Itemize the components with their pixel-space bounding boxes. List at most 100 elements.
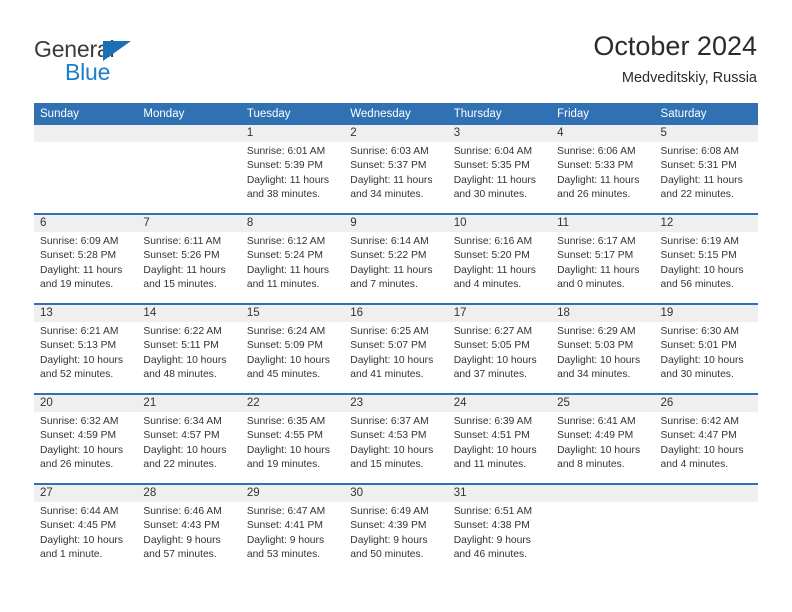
day-cell-empty: [551, 502, 654, 573]
day-info-line: Sunrise: 6:44 AM: [40, 506, 119, 517]
day-info-line: and 1 minute.: [40, 548, 103, 560]
day-cell[interactable]: Sunrise: 6:39 AM Sunset: 4:51 PM Daylight:…: [448, 412, 551, 483]
day-info-line: and 7 minutes.: [350, 278, 418, 290]
day-number[interactable]: 15: [241, 305, 344, 322]
day-cell[interactable]: Sunrise: 6:12 AM Sunset: 5:24 PM Daylight:…: [241, 232, 344, 303]
day-info-line: Sunset: 4:49 PM: [557, 430, 634, 442]
title-block: October 2024 Medveditskiy, Russia: [593, 30, 757, 88]
day-number[interactable]: 6: [34, 215, 137, 232]
day-number-band: 13 14 15 16 17 18 19: [34, 305, 758, 322]
calendar-week-row: 6 7 8 9 10 11 12 Sunrise: 6:09 AM Sunset: 5:28 P…: [34, 213, 758, 303]
day-cell[interactable]: Sunrise: 6:06 AM Sunset: 5:33 PM Daylight:…: [551, 142, 654, 213]
day-cell[interactable]: Sunrise: 6:21 AM Sunset: 5:13 PM Daylight:…: [34, 322, 137, 393]
day-cell[interactable]: Sunrise: 6:46 AM Sunset: 4:43 PM Daylight:…: [137, 502, 240, 573]
day-cell[interactable]: Sunrise: 6:11 AM Sunset: 5:26 PM Daylight:…: [137, 232, 240, 303]
day-number[interactable]: 17: [448, 305, 551, 322]
day-cell[interactable]: Sunrise: 6:08 AM Sunset: 5:31 PM Daylight:…: [655, 142, 758, 213]
day-number[interactable]: 24: [448, 395, 551, 412]
day-cell[interactable]: Sunrise: 6:29 AM Sunset: 5:03 PM Daylight:…: [551, 322, 654, 393]
day-info-line: Sunrise: 6:30 AM: [660, 326, 739, 337]
day-number[interactable]: 28: [137, 485, 240, 502]
day-info-line: Sunset: 4:43 PM: [143, 520, 220, 532]
day-info-line: Sunset: 5:24 PM: [246, 250, 323, 262]
day-cell[interactable]: Sunrise: 6:01 AM Sunset: 5:39 PM Daylight:…: [241, 142, 344, 213]
day-info-line: Sunrise: 6:49 AM: [350, 506, 429, 517]
day-number[interactable]: 30: [344, 485, 447, 502]
day-info-line: Sunset: 5:15 PM: [660, 250, 737, 262]
day-info-line: Sunset: 4:57 PM: [143, 430, 220, 442]
day-number[interactable]: 14: [137, 305, 240, 322]
day-info-line: Daylight: 9 hours: [246, 534, 325, 546]
day-number[interactable]: 18: [551, 305, 654, 322]
day-cell[interactable]: Sunrise: 6:51 AM Sunset: 4:38 PM Daylight:…: [448, 502, 551, 573]
day-info-line: Sunset: 4:41 PM: [246, 520, 323, 532]
day-number[interactable]: 13: [34, 305, 137, 322]
day-info-line: Sunrise: 6:29 AM: [557, 326, 636, 337]
day-cell[interactable]: Sunrise: 6:24 AM Sunset: 5:09 PM Daylight:…: [241, 322, 344, 393]
day-info-line: Daylight: 11 hours: [350, 174, 433, 186]
day-cell[interactable]: Sunrise: 6:22 AM Sunset: 5:11 PM Daylight:…: [137, 322, 240, 393]
day-info-line: Sunset: 5:20 PM: [453, 250, 530, 262]
day-number[interactable]: 27: [34, 485, 137, 502]
day-info-line: Sunset: 5:11 PM: [143, 340, 219, 352]
day-number[interactable]: 29: [241, 485, 344, 502]
day-cell[interactable]: Sunrise: 6:41 AM Sunset: 4:49 PM Daylight:…: [551, 412, 654, 483]
day-info-line: Daylight: 11 hours: [350, 264, 433, 276]
day-number[interactable]: 2: [344, 125, 447, 142]
day-info-line: Sunset: 5:07 PM: [350, 340, 427, 352]
day-cell[interactable]: Sunrise: 6:16 AM Sunset: 5:20 PM Daylight:…: [448, 232, 551, 303]
day-cell[interactable]: Sunrise: 6:49 AM Sunset: 4:39 PM Daylight:…: [344, 502, 447, 573]
day-number[interactable]: 8: [241, 215, 344, 232]
day-number[interactable]: 31: [448, 485, 551, 502]
day-number[interactable]: 5: [655, 125, 758, 142]
day-number[interactable]: 23: [344, 395, 447, 412]
day-number[interactable]: 1: [241, 125, 344, 142]
day-cell[interactable]: Sunrise: 6:14 AM Sunset: 5:22 PM Daylight:…: [344, 232, 447, 303]
day-cell[interactable]: Sunrise: 6:35 AM Sunset: 4:55 PM Daylight:…: [241, 412, 344, 483]
day-number[interactable]: 21: [137, 395, 240, 412]
day-info-line: and 22 minutes.: [143, 458, 217, 470]
day-info-line: Daylight: 10 hours: [660, 354, 744, 366]
day-info-line: Daylight: 11 hours: [660, 174, 743, 186]
day-number-band: 27 28 29 30 31: [34, 485, 758, 502]
day-cell[interactable]: Sunrise: 6:03 AM Sunset: 5:37 PM Daylight:…: [344, 142, 447, 213]
day-info-line: Daylight: 10 hours: [453, 354, 537, 366]
day-info-line: and 0 minutes.: [557, 278, 625, 290]
day-number[interactable]: 4: [551, 125, 654, 142]
day-number[interactable]: 12: [655, 215, 758, 232]
day-number[interactable]: 9: [344, 215, 447, 232]
day-number[interactable]: 3: [448, 125, 551, 142]
day-cell[interactable]: Sunrise: 6:44 AM Sunset: 4:45 PM Daylight:…: [34, 502, 137, 573]
day-cell[interactable]: Sunrise: 6:42 AM Sunset: 4:47 PM Daylight:…: [655, 412, 758, 483]
day-number[interactable]: 20: [34, 395, 137, 412]
day-cell[interactable]: Sunrise: 6:32 AM Sunset: 4:59 PM Daylight:…: [34, 412, 137, 483]
day-cell[interactable]: Sunrise: 6:17 AM Sunset: 5:17 PM Daylight:…: [551, 232, 654, 303]
day-cell[interactable]: Sunrise: 6:27 AM Sunset: 5:05 PM Daylight:…: [448, 322, 551, 393]
day-number[interactable]: 11: [551, 215, 654, 232]
day-cell[interactable]: Sunrise: 6:47 AM Sunset: 4:41 PM Daylight:…: [241, 502, 344, 573]
day-cell[interactable]: Sunrise: 6:37 AM Sunset: 4:53 PM Daylight:…: [344, 412, 447, 483]
day-detail-band: Sunrise: 6:09 AM Sunset: 5:28 PM Daylight:…: [34, 232, 758, 303]
day-cell[interactable]: Sunrise: 6:25 AM Sunset: 5:07 PM Daylight:…: [344, 322, 447, 393]
day-number[interactable]: 7: [137, 215, 240, 232]
day-cell[interactable]: Sunrise: 6:34 AM Sunset: 4:57 PM Daylight:…: [137, 412, 240, 483]
day-info-line: Sunset: 4:55 PM: [246, 430, 323, 442]
day-cell[interactable]: Sunrise: 6:19 AM Sunset: 5:15 PM Daylight:…: [655, 232, 758, 303]
brand-logo[interactable]: General Blue: [34, 36, 254, 85]
day-info-line: Sunrise: 6:06 AM: [557, 146, 636, 157]
day-info-line: Daylight: 10 hours: [350, 354, 434, 366]
day-number[interactable]: 10: [448, 215, 551, 232]
day-number[interactable]: 25: [551, 395, 654, 412]
day-number[interactable]: 16: [344, 305, 447, 322]
day-info-line: Sunset: 4:51 PM: [453, 430, 530, 442]
day-cell[interactable]: Sunrise: 6:30 AM Sunset: 5:01 PM Daylight:…: [655, 322, 758, 393]
day-info-line: Sunrise: 6:09 AM: [40, 236, 119, 247]
day-number[interactable]: 26: [655, 395, 758, 412]
day-number[interactable]: 22: [241, 395, 344, 412]
day-number[interactable]: 19: [655, 305, 758, 322]
day-info-line: Daylight: 10 hours: [40, 534, 123, 546]
day-info-line: Sunrise: 6:27 AM: [453, 326, 533, 337]
day-info-line: and 26 minutes.: [557, 188, 631, 200]
day-cell[interactable]: Sunrise: 6:09 AM Sunset: 5:28 PM Daylight:…: [34, 232, 137, 303]
day-cell[interactable]: Sunrise: 6:04 AM Sunset: 5:35 PM Daylight:…: [448, 142, 551, 213]
